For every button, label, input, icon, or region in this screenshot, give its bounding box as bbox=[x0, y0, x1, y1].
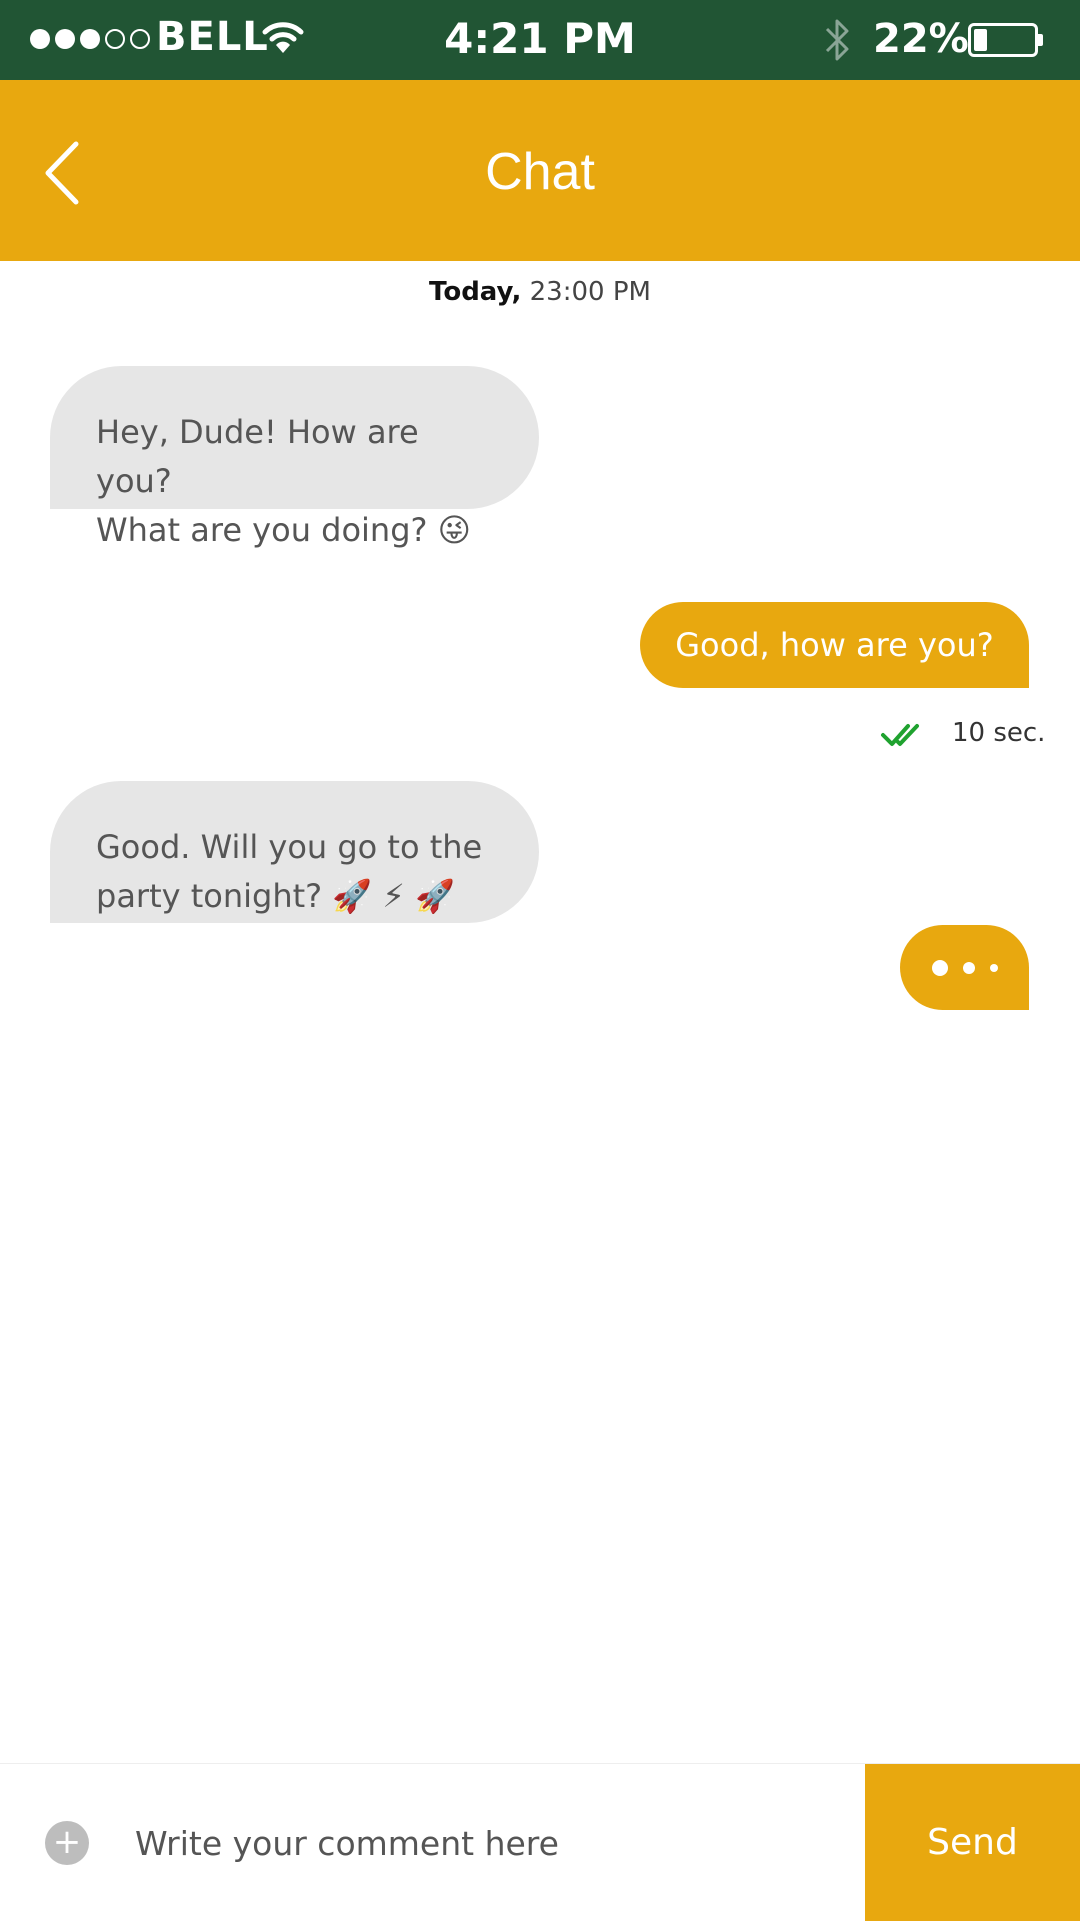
comment-input[interactable] bbox=[133, 1804, 833, 1882]
message-text: Good, how are you? bbox=[675, 626, 994, 664]
date-day: Today, bbox=[429, 277, 522, 307]
typing-dot bbox=[963, 962, 975, 974]
send-button[interactable]: Send bbox=[865, 1764, 1080, 1921]
date-time: 23:00 PM bbox=[521, 277, 651, 307]
page-title: Chat bbox=[485, 143, 595, 201]
message-line: party tonight? 🚀 ⚡ 🚀 bbox=[96, 877, 455, 915]
typing-dot bbox=[932, 960, 948, 976]
chat-header: Chat bbox=[0, 80, 1080, 261]
message-composer: + Send bbox=[0, 1763, 1080, 1921]
double-check-icon bbox=[881, 724, 919, 746]
chat-date-label: Today, 23:00 PM bbox=[0, 277, 1080, 307]
plus-icon: + bbox=[52, 1822, 82, 1862]
battery-icon bbox=[968, 23, 1044, 57]
message-timestamp: 10 sec. bbox=[952, 718, 1046, 748]
message-line: Good. Will you go to the bbox=[96, 828, 483, 866]
message-line: What are you doing? 😜 bbox=[96, 511, 472, 549]
incoming-message: Good. Will you go to the party tonight? … bbox=[50, 781, 539, 923]
typing-indicator bbox=[900, 925, 1029, 1010]
message-line: Hey, Dude! How are you? bbox=[96, 413, 419, 500]
incoming-message: Hey, Dude! How are you? What are you doi… bbox=[50, 366, 539, 549]
status-bar: BELL 4:21 PM 22% bbox=[0, 0, 1080, 80]
bluetooth-icon bbox=[825, 19, 849, 61]
battery-percentage: 22% bbox=[873, 16, 969, 62]
add-attachment-button[interactable]: + bbox=[45, 1821, 89, 1865]
outgoing-message: Good, how are you? bbox=[640, 602, 1029, 688]
typing-dot bbox=[990, 964, 998, 972]
